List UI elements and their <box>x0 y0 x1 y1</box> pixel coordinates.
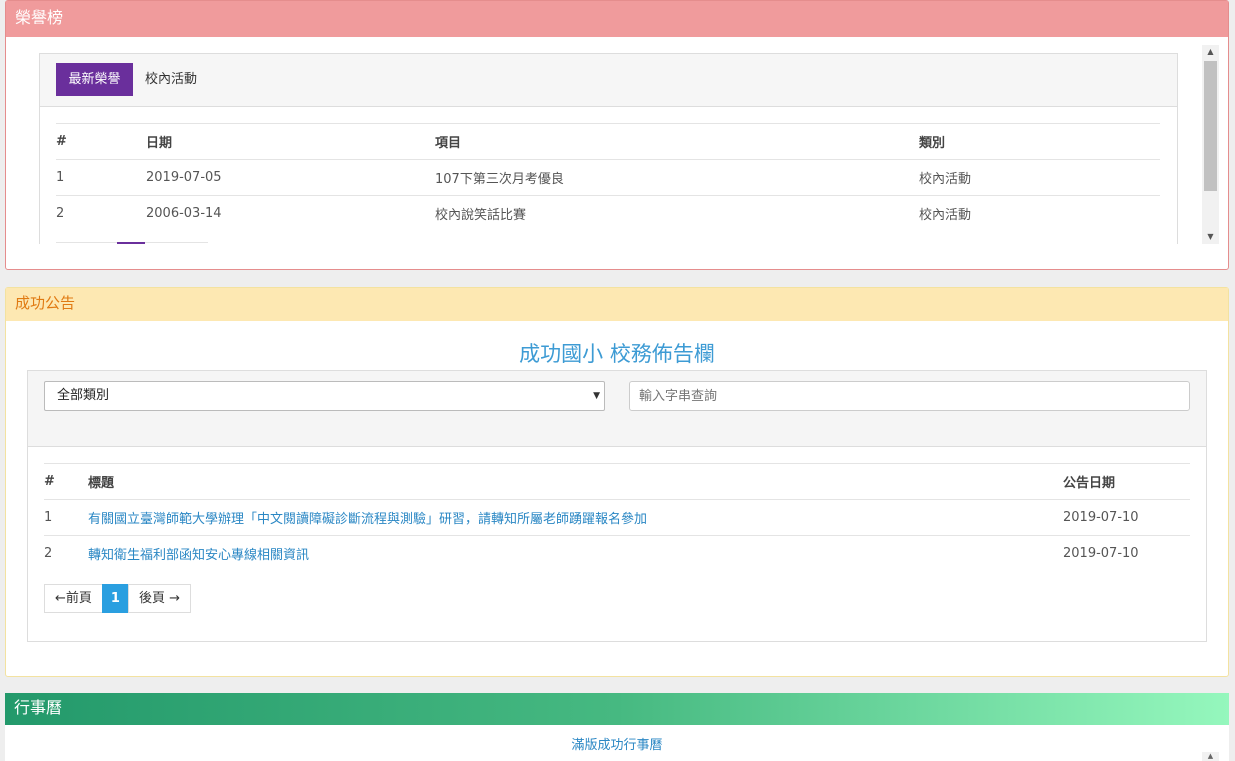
scroll-thumb[interactable] <box>1204 61 1217 191</box>
current-page-button[interactable]: 1 <box>101 584 129 613</box>
prev-page-button[interactable]: ←前頁 <box>44 584 103 613</box>
announcement-link[interactable]: 有關國立臺灣師範大學辦理「中文閱讀障礙診斷流程與測驗」研習，請轉知所屬老師踴躍報… <box>88 499 1063 536</box>
honor-tabs: 最新榮譽 校內活動 <box>40 54 1177 107</box>
category-select-value: 全部類別 <box>57 388 110 403</box>
row-date: 2019-07-10 <box>1063 535 1190 572</box>
honor-roll-panel: 榮譽榜 最新榮譽 校內活動 # 日期 項目 類別 1 2019-07-05 10… <box>5 0 1229 270</box>
bulletin-filter-bar: 全部類別 ▼ <box>28 371 1206 447</box>
scroll-up-icon[interactable]: ▲ <box>1202 752 1219 761</box>
row-date: 2019-07-05 <box>146 159 435 196</box>
column-header-number: # <box>44 463 88 500</box>
row-number: 2 <box>56 195 146 232</box>
row-number: 2 <box>44 535 88 572</box>
row-item: 107下第三次月考優良 <box>435 159 919 196</box>
full-calendar-link[interactable]: 滿版成功行事曆 <box>5 734 1229 753</box>
column-header-category: 類別 <box>919 123 1160 160</box>
column-header-item: 項目 <box>435 123 919 160</box>
chevron-down-icon: ▼ <box>593 391 600 401</box>
column-header-date: 日期 <box>146 123 435 160</box>
honor-roll-header: 榮譽榜 <box>6 1 1228 37</box>
next-page-button[interactable]: 後頁 → <box>127 584 191 613</box>
scroll-down-icon[interactable]: ▼ <box>1202 230 1219 244</box>
row-item: 校內說笑話比賽 <box>435 195 919 232</box>
table-row: 1 有關國立臺灣師範大學辦理「中文閱讀障礙診斷流程與測驗」研習，請轉知所屬老師踴… <box>44 499 1190 536</box>
honor-roll-content: 最新榮譽 校內活動 # 日期 項目 類別 1 2019-07-05 107下第三… <box>39 53 1178 244</box>
column-header-date: 公告日期 <box>1063 463 1190 500</box>
bulletin-title: 成功國小 校務佈告欄 <box>519 342 715 366</box>
bulletin-pager: ←前頁 1 後頁 → <box>44 584 191 613</box>
calendar-panel: 行事曆 滿版成功行事曆 ▲ <box>5 693 1229 761</box>
table-row: 1 2019-07-05 107下第三次月考優良 校內活動 <box>56 159 1160 196</box>
row-category: 校內活動 <box>919 195 1160 232</box>
row-number: 1 <box>44 499 88 536</box>
tab-latest-honors[interactable]: 最新榮譽 <box>56 63 133 96</box>
table-row: 2 轉知衛生福利部函知安心專線相關資訊 2019-07-10 <box>44 535 1190 572</box>
announcement-link[interactable]: 轉知衛生福利部函知安心專線相關資訊 <box>88 535 1063 572</box>
row-date: 2019-07-10 <box>1063 499 1190 536</box>
column-header-number: # <box>56 123 146 160</box>
column-header-title: 標題 <box>88 463 1063 500</box>
announcements-header: 成功公告 <box>6 288 1228 321</box>
scroll-up-icon[interactable]: ▲ <box>1202 45 1219 59</box>
honor-scrollbar[interactable]: ▲ ▼ <box>1202 45 1219 244</box>
bulletin-table: # 標題 公告日期 1 有關國立臺灣師範大學辦理「中文閱讀障礙診斷流程與測驗」研… <box>44 463 1190 572</box>
bulletin-box: 全部類別 ▼ # 標題 公告日期 1 有關國立臺灣師範大學辦理「中文閱讀障礙診斷… <box>27 370 1207 642</box>
table-row: 2 2006-03-14 校內說笑話比賽 校內活動 <box>56 195 1160 232</box>
tab-school-activities[interactable]: 校內活動 <box>145 63 197 96</box>
row-category: 校內活動 <box>919 159 1160 196</box>
row-number: 1 <box>56 159 146 196</box>
announcements-panel: 成功公告 成功國小 校務佈告欄 全部類別 ▼ # 標題 公告日期 1 有關國立臺… <box>5 287 1229 677</box>
honor-pager-active-page[interactable] <box>117 242 145 244</box>
calendar-header: 行事曆 <box>5 693 1229 725</box>
honor-table: # 日期 項目 類別 1 2019-07-05 107下第三次月考優良 校內活動… <box>56 123 1160 232</box>
search-input[interactable] <box>629 381 1190 411</box>
row-date: 2006-03-14 <box>146 195 435 232</box>
category-select[interactable]: 全部類別 ▼ <box>44 381 605 411</box>
